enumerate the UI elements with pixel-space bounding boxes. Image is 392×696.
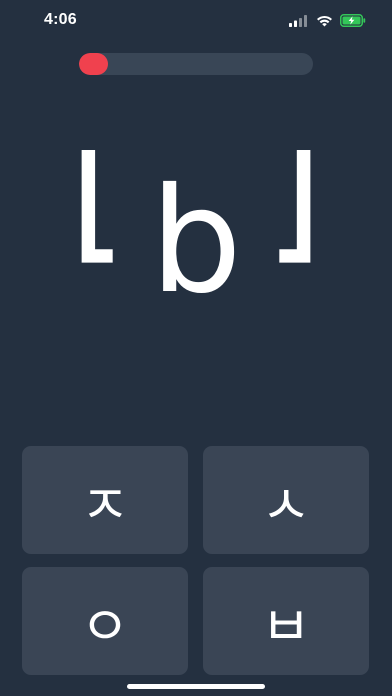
phoneme-close-bracket: ] (265, 150, 324, 283)
answer-button-3[interactable]: ㅇ (22, 567, 188, 675)
lesson-progress-fill (79, 53, 108, 75)
status-icons (289, 13, 366, 29)
lesson-progress-bar (79, 53, 313, 75)
wifi-icon (316, 12, 333, 31)
answer-button-1[interactable]: ㅈ (22, 446, 188, 554)
cellular-signal-icon (289, 12, 309, 31)
battery-charging-icon (340, 12, 366, 31)
answer-button-2[interactable]: ㅅ (203, 446, 369, 554)
answer-label: ㅂ (261, 594, 311, 658)
status-bar: 4:06 (0, 0, 392, 44)
answer-label: ㅅ (261, 473, 311, 537)
home-indicator[interactable] (127, 684, 265, 689)
status-time: 4:06 (44, 11, 77, 28)
phoneme-prompt: [ b ] (0, 150, 392, 330)
answer-button-4[interactable]: ㅂ (203, 567, 369, 675)
answer-label: ㅇ (80, 594, 130, 658)
phoneme-letter: b (150, 157, 242, 326)
answer-label: ㅈ (80, 473, 130, 537)
phoneme-open-bracket: [ (69, 150, 128, 283)
